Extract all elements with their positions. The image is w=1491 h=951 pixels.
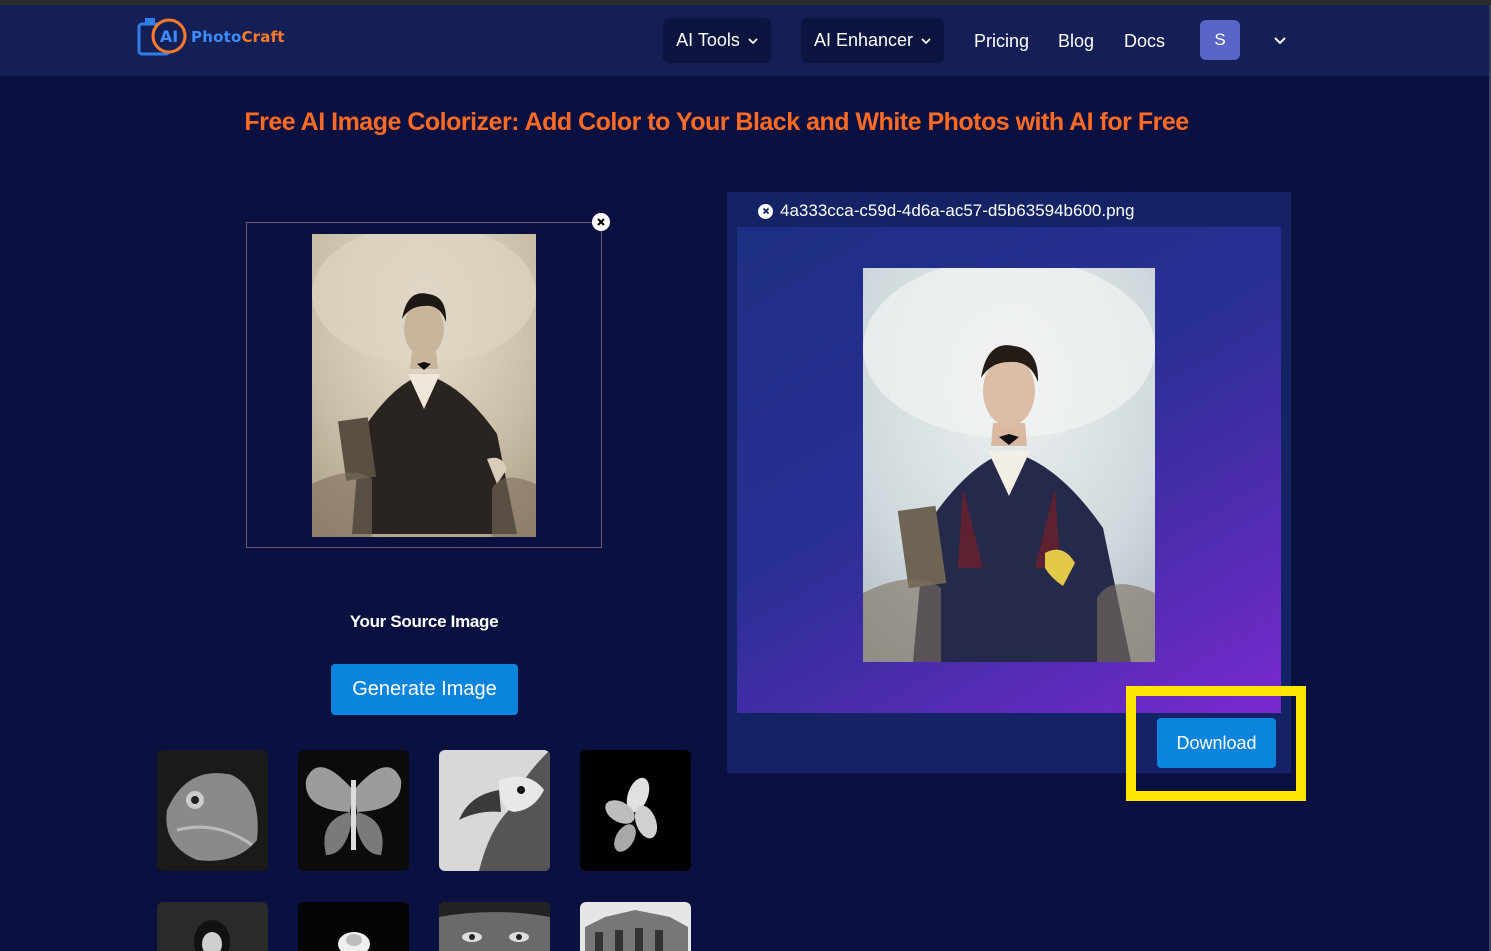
logo-text: PhotoCraft	[191, 28, 285, 46]
nav-ai-enhancer-label: AI Enhancer	[813, 30, 914, 50]
flower-thumbnail-image	[580, 750, 691, 871]
nav-ai-enhancer-dropdown[interactable]: AI Enhancer	[801, 18, 944, 63]
source-image-label: Your Source Image	[349, 612, 499, 631]
lizard-thumbnail-image	[157, 750, 268, 871]
nav-pricing-link[interactable]: Pricing	[974, 31, 1029, 52]
sample-thumbnail-butterfly[interactable]	[298, 750, 409, 871]
woman-thumbnail-image	[157, 902, 268, 951]
nav-blog-link[interactable]: Blog	[1058, 31, 1094, 52]
chevron-down-icon	[748, 37, 758, 44]
photocraft-logo[interactable]: AI PhotoCraft	[137, 12, 297, 60]
sample-thumbnail-rose[interactable]	[298, 902, 409, 951]
chevron-down-icon	[921, 37, 931, 44]
close-icon	[597, 218, 605, 226]
sample-thumbnail-eagle[interactable]	[439, 750, 550, 871]
face-thumbnail-image	[439, 902, 550, 951]
sepia-portrait-image	[312, 234, 536, 537]
sample-thumbnail-portrait-woman[interactable]	[157, 902, 268, 951]
sample-thumbnail-face[interactable]	[439, 902, 550, 951]
generate-image-button[interactable]: Generate Image	[331, 664, 518, 715]
nav-ai-tools-label: AI Tools	[676, 30, 740, 50]
page-title: Free AI Image Colorizer: Add Color to Yo…	[244, 108, 1189, 136]
logo-mark-text: AI	[160, 27, 178, 46]
building-thumbnail-image	[580, 902, 691, 951]
result-filename-text: 4a333cca-c59d-4d6a-ac57-d5b63594b600.png	[780, 201, 1135, 220]
butterfly-thumbnail-image	[298, 750, 409, 871]
sample-thumbnail-lizard[interactable]	[157, 750, 268, 871]
remove-source-image-button[interactable]	[592, 213, 610, 231]
source-image	[312, 234, 536, 537]
navbar: AI PhotoCraft AI Tools AI Enhancer Prici…	[0, 5, 1491, 76]
nav-docs-link[interactable]: Docs	[1124, 31, 1165, 52]
logo-icon: AI	[137, 18, 187, 56]
rose-thumbnail-image	[298, 902, 409, 951]
colorized-portrait-image	[863, 268, 1155, 662]
sample-thumbnail-building[interactable]	[580, 902, 691, 951]
result-filename: 4a333cca-c59d-4d6a-ac57-d5b63594b600.png	[758, 201, 1134, 221]
account-menu-chevron-down-icon[interactable]	[1273, 35, 1287, 47]
remove-result-button[interactable]	[758, 203, 773, 219]
eagle-thumbnail-image	[439, 750, 550, 871]
colorized-result-image	[863, 268, 1155, 662]
logo-text-craft: Craft	[241, 28, 285, 46]
nav-ai-tools-dropdown[interactable]: AI Tools	[663, 18, 771, 63]
logo-text-photo: Photo	[191, 28, 242, 46]
download-button[interactable]: Download	[1157, 718, 1276, 768]
user-avatar[interactable]: S	[1200, 20, 1240, 60]
sample-thumbnail-flower[interactable]	[580, 750, 691, 871]
close-icon	[762, 207, 769, 215]
